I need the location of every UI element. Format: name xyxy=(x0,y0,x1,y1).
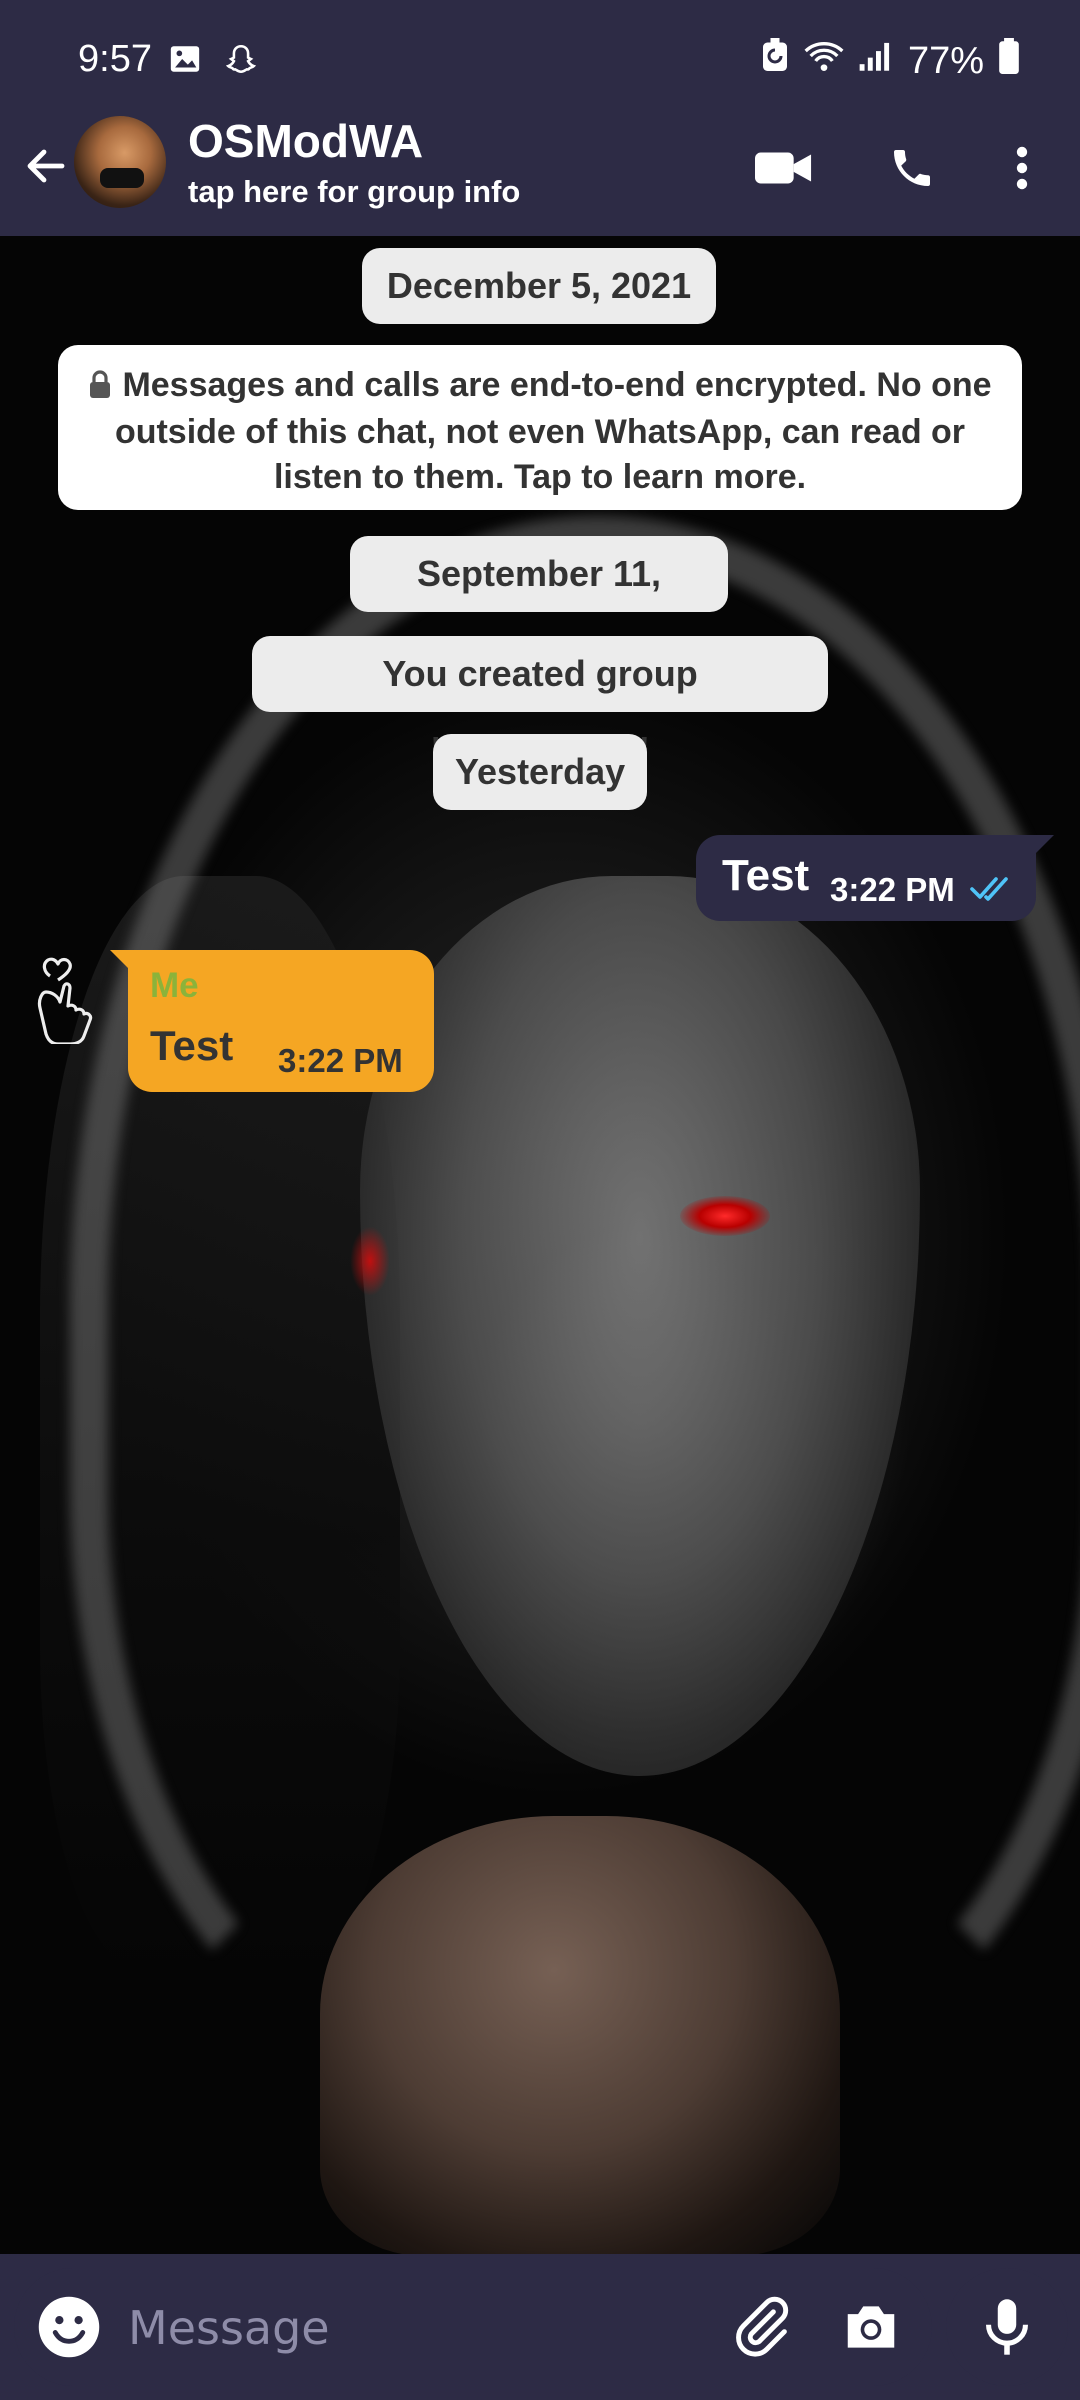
battery-saver-icon xyxy=(760,38,790,84)
wallpaper-red-eye-left xyxy=(350,1226,390,1296)
read-ticks-icon xyxy=(970,875,1014,908)
wifi-icon xyxy=(804,39,844,83)
message-composer[interactable] xyxy=(14,2268,932,2386)
message-time: 3:22 PM xyxy=(830,871,955,908)
system-message: You created group "OSModWA" xyxy=(252,636,828,770)
sender-avatar-icon[interactable] xyxy=(34,948,96,1046)
phone-icon[interactable] xyxy=(880,136,944,200)
mic-icon[interactable] xyxy=(946,2268,1068,2386)
date-separator: Yesterday xyxy=(433,734,647,810)
date-separator: December 5, 2021 xyxy=(362,248,716,324)
date-separator: September 11, 2021 xyxy=(350,536,728,670)
chat-title[interactable]: OSModWA xyxy=(188,114,423,168)
bubble-tail xyxy=(110,950,134,974)
sender-name[interactable]: Me xyxy=(150,966,199,1006)
emoji-icon[interactable] xyxy=(36,2294,102,2360)
message-text: Test xyxy=(722,851,810,900)
outgoing-message[interactable]: Test 3:22 PM xyxy=(696,835,1054,921)
wallpaper-hand-shape xyxy=(320,1816,840,2254)
video-call-icon[interactable] xyxy=(752,136,816,200)
encryption-notice-text: Messages and calls are end-to-end encryp… xyxy=(114,366,992,496)
more-vert-icon[interactable] xyxy=(990,136,1054,200)
snapchat-icon xyxy=(224,42,258,81)
attach-icon[interactable] xyxy=(728,2294,794,2360)
lock-icon xyxy=(88,365,112,410)
wallpaper-red-eye xyxy=(680,1196,770,1236)
chat-header[interactable]: OSModWA tap here for group info xyxy=(0,104,1080,236)
image-icon xyxy=(168,42,202,81)
bubble-tail xyxy=(1030,835,1054,859)
avatar-face-mask xyxy=(100,168,144,188)
battery-percent: 77% xyxy=(907,39,984,82)
back-arrow-icon[interactable] xyxy=(14,134,78,198)
group-avatar[interactable] xyxy=(74,116,166,208)
encryption-notice[interactable]: Messages and calls are end-to-end encryp… xyxy=(58,345,1022,510)
status-time: 9:57 xyxy=(78,38,152,80)
battery-icon xyxy=(998,38,1020,84)
status-system-icons: 77% xyxy=(760,38,1020,84)
incoming-message[interactable]: Me Test 3:22 PM xyxy=(110,950,434,1092)
group-info-hint[interactable]: tap here for group info xyxy=(188,174,520,210)
message-text: Test xyxy=(150,1022,234,1069)
status-notification-icons xyxy=(168,42,258,81)
message-input[interactable] xyxy=(126,2288,690,2368)
signal-icon xyxy=(858,39,894,83)
camera-icon[interactable] xyxy=(840,2296,902,2358)
message-time: 3:22 PM xyxy=(278,1042,403,1079)
